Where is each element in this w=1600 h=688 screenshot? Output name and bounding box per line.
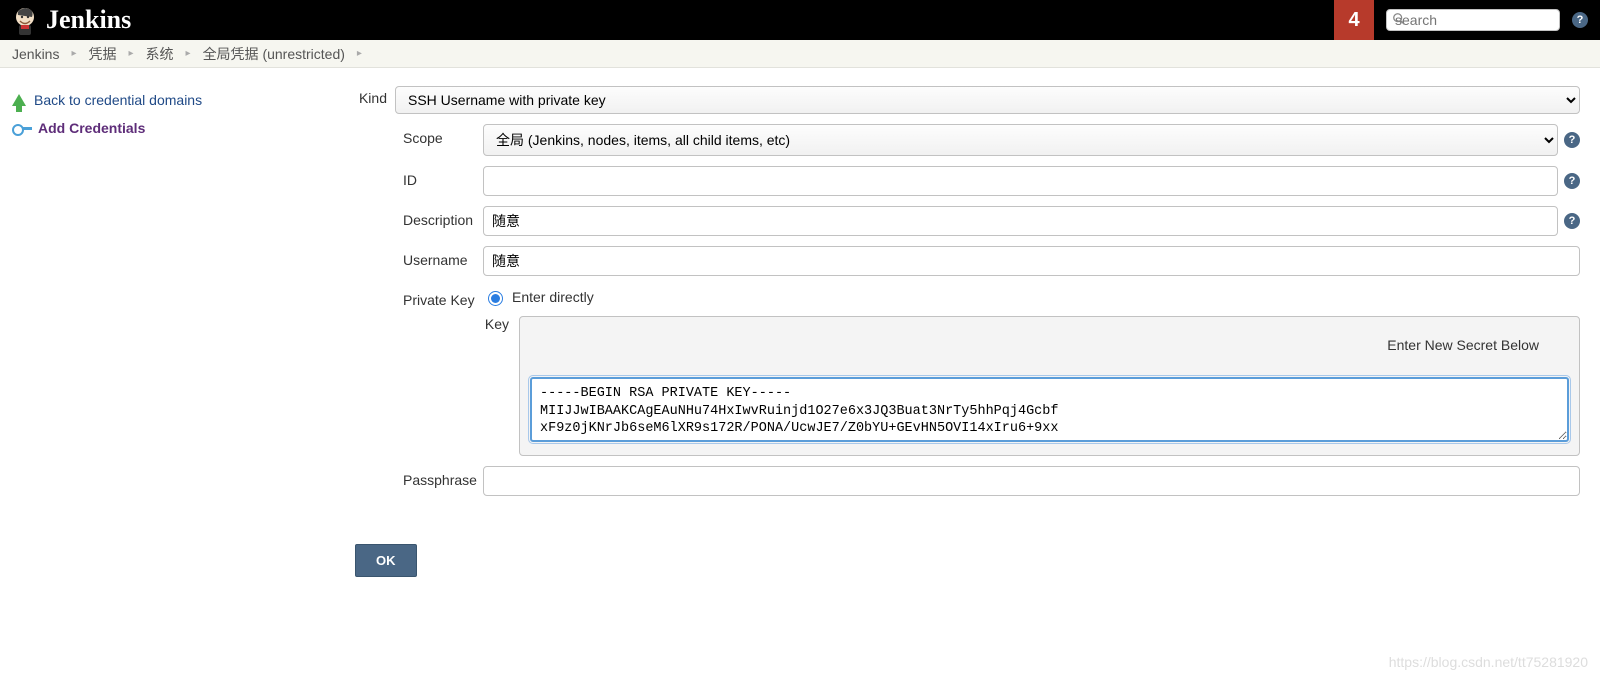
crumb-jenkins[interactable]: Jenkins xyxy=(12,46,59,62)
label-username: Username xyxy=(403,246,483,268)
header-left: Jenkins xyxy=(12,5,131,35)
header-right: 4 ? xyxy=(1334,0,1588,40)
label-id: ID xyxy=(403,166,483,188)
header-bar: Jenkins 4 ? xyxy=(0,0,1600,40)
help-icon[interactable]: ? xyxy=(1572,12,1588,28)
radio-enter-directly[interactable] xyxy=(488,291,503,306)
crumb-credentials[interactable]: 凭据 xyxy=(89,44,117,64)
id-input[interactable] xyxy=(483,166,1558,196)
crumb-global[interactable]: 全局凭据 (unrestricted) xyxy=(203,44,345,64)
username-input[interactable] xyxy=(483,246,1580,276)
watermark: https://blog.csdn.net/tt75281920 xyxy=(1389,654,1588,670)
chevron-right-icon: ▸ xyxy=(65,48,82,59)
chevron-right-icon: ▸ xyxy=(180,48,197,59)
secret-textarea[interactable] xyxy=(530,377,1569,442)
search-input[interactable] xyxy=(1386,9,1560,31)
sidebar: Back to credential domains Add Credentia… xyxy=(0,78,355,150)
row-kind: Kind SSH Username with private key xyxy=(355,86,1580,114)
sidebar-item-add-credentials[interactable]: Add Credentials xyxy=(12,114,343,142)
label-description: Description xyxy=(403,206,483,228)
passphrase-input[interactable] xyxy=(483,466,1580,496)
description-input[interactable] xyxy=(483,206,1558,236)
label-kind: Kind xyxy=(355,86,395,106)
label-scope: Scope xyxy=(403,124,483,146)
key-block: Enter New Secret Below xyxy=(519,316,1580,456)
kind-select[interactable]: SSH Username with private key xyxy=(395,86,1580,114)
row-scope: Scope 全局 (Jenkins, nodes, items, all chi… xyxy=(403,124,1580,156)
row-private-key: Private Key Enter directly Key Enter New… xyxy=(403,286,1580,456)
ok-button[interactable]: OK xyxy=(355,544,417,577)
jenkins-logo-icon xyxy=(12,5,38,35)
help-icon[interactable]: ? xyxy=(1564,213,1580,229)
row-passphrase: Passphrase xyxy=(403,466,1580,496)
enter-secret-below-label: Enter New Secret Below xyxy=(530,337,1569,353)
breadcrumb: Jenkins ▸ 凭据 ▸ 系统 ▸ 全局凭据 (unrestricted) … xyxy=(0,40,1600,68)
up-arrow-icon xyxy=(12,94,26,106)
sidebar-item-label: Back to credential domains xyxy=(34,92,202,108)
row-username: Username xyxy=(403,246,1580,276)
row-id: ID ? xyxy=(403,166,1580,196)
label-private-key: Private Key xyxy=(403,286,483,308)
radio-label: Enter directly xyxy=(512,289,594,305)
help-icon[interactable]: ? xyxy=(1564,132,1580,148)
label-key: Key xyxy=(483,312,519,332)
main-panel: Kind SSH Username with private key Scope… xyxy=(355,78,1600,617)
row-key: Key Enter New Secret Below xyxy=(483,312,1580,456)
radio-enter-directly-wrap: Enter directly xyxy=(483,286,1580,306)
alert-count-badge[interactable]: 4 xyxy=(1334,0,1374,40)
sidebar-item-back[interactable]: Back to credential domains xyxy=(12,86,343,114)
sidebar-item-label: Add Credentials xyxy=(38,120,145,136)
crumb-system[interactable]: 系统 xyxy=(146,44,174,64)
body: Back to credential domains Add Credentia… xyxy=(0,68,1600,617)
label-passphrase: Passphrase xyxy=(403,466,483,488)
chevron-right-icon: ▸ xyxy=(123,48,140,59)
search-wrap xyxy=(1386,9,1560,31)
jenkins-name[interactable]: Jenkins xyxy=(46,5,131,35)
key-icon xyxy=(12,121,30,135)
help-icon[interactable]: ? xyxy=(1564,173,1580,189)
chevron-right-icon: ▸ xyxy=(351,48,368,59)
row-description: Description ? xyxy=(403,206,1580,236)
scope-select[interactable]: 全局 (Jenkins, nodes, items, all child ite… xyxy=(483,124,1558,156)
